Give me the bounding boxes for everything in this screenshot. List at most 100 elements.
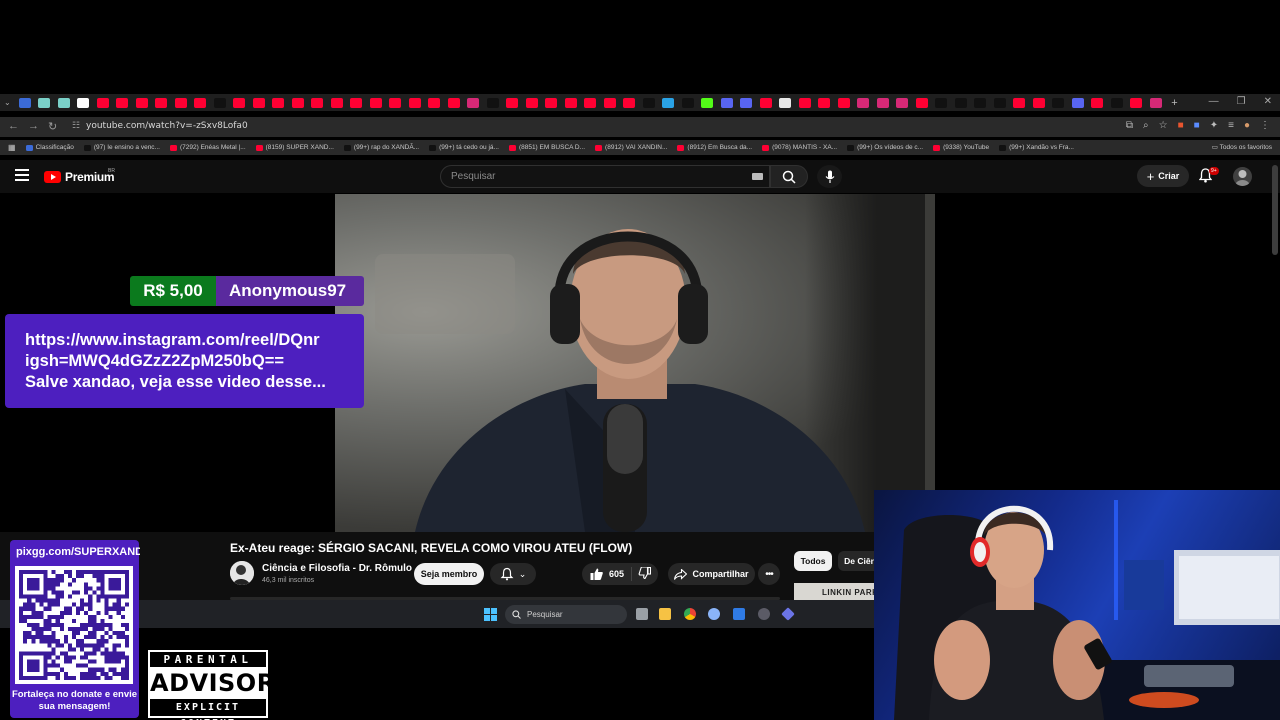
channel-name[interactable]: Ciência e Filosofia - Dr. Rômulo bbox=[262, 563, 412, 574]
extensions-icon[interactable]: ✦ bbox=[1210, 120, 1218, 131]
browser-tab[interactable] bbox=[564, 97, 577, 108]
related-video-thumbnail[interactable]: LINKIN PARK bbox=[794, 583, 874, 601]
bookmark-item[interactable]: (8159) SUPER XAND... bbox=[255, 144, 334, 151]
browser-tab[interactable] bbox=[408, 97, 421, 108]
browser-tab[interactable] bbox=[252, 97, 265, 108]
voice-search-button[interactable] bbox=[817, 165, 842, 188]
bookmark-item[interactable]: Classificação bbox=[25, 144, 74, 151]
taskbar-search[interactable]: Pesquisar bbox=[505, 605, 627, 624]
browser-tab[interactable] bbox=[135, 97, 148, 108]
browser-tab[interactable] bbox=[57, 97, 70, 108]
like-button[interactable]: 605 bbox=[582, 567, 632, 581]
browser-tab[interactable] bbox=[1091, 97, 1104, 108]
browser-tab[interactable] bbox=[623, 97, 636, 108]
bookmark-item[interactable]: (99+) rap do XANDÃ... bbox=[343, 144, 419, 151]
browser-tab[interactable] bbox=[194, 97, 207, 108]
browser-tab[interactable] bbox=[506, 97, 519, 108]
browser-tab[interactable] bbox=[1071, 97, 1084, 108]
chrome-icon[interactable] bbox=[684, 608, 696, 620]
browser-tab[interactable] bbox=[96, 97, 109, 108]
browser-tab[interactable] bbox=[155, 97, 168, 108]
apps-icon[interactable]: ▦ bbox=[8, 143, 16, 152]
dislike-button[interactable] bbox=[632, 566, 652, 581]
browser-tab[interactable] bbox=[1013, 97, 1026, 108]
tab-search-icon[interactable]: ⌄ bbox=[4, 98, 11, 107]
browser-tab[interactable] bbox=[213, 97, 226, 108]
browser-tab[interactable] bbox=[798, 97, 811, 108]
browser-tab[interactable] bbox=[701, 97, 714, 108]
close-icon[interactable]: ✕ bbox=[1264, 96, 1272, 107]
search-input[interactable]: Pesquisar bbox=[440, 165, 770, 188]
browser-tab[interactable] bbox=[1052, 97, 1065, 108]
new-tab-icon[interactable]: + bbox=[1171, 97, 1177, 109]
browser-tab[interactable] bbox=[837, 97, 850, 108]
bookmark-item[interactable]: (9338) YouTube bbox=[933, 144, 989, 151]
browser-tab[interactable] bbox=[876, 97, 889, 108]
browser-tab[interactable] bbox=[486, 97, 499, 108]
browser-tab[interactable] bbox=[1110, 97, 1123, 108]
bookmark-item[interactable]: (9078) MANTIS - XA... bbox=[762, 144, 837, 151]
browser-tab[interactable] bbox=[545, 97, 558, 108]
browser-tab[interactable] bbox=[467, 97, 480, 108]
forward-icon[interactable]: → bbox=[28, 120, 39, 132]
create-button[interactable]: + Criar bbox=[1137, 165, 1189, 187]
more-actions-button[interactable]: ••• bbox=[758, 563, 780, 585]
bookmark-item[interactable]: (99+) tá cedo ou já... bbox=[429, 144, 499, 151]
site-info-icon[interactable]: ☷ bbox=[72, 120, 80, 131]
photos-icon[interactable] bbox=[733, 608, 745, 620]
browser-tab[interactable] bbox=[896, 97, 909, 108]
browser-tab[interactable] bbox=[818, 97, 831, 108]
browser-tab[interactable] bbox=[291, 97, 304, 108]
share-button[interactable]: Compartilhar bbox=[668, 563, 755, 585]
browser-tab[interactable] bbox=[740, 97, 753, 108]
bookmark-item[interactable]: (97) Ie ensino a venc... bbox=[83, 144, 160, 151]
media-icon[interactable]: ≡ bbox=[1228, 120, 1234, 131]
star-icon[interactable]: ☆ bbox=[1159, 120, 1168, 131]
browser-tab[interactable] bbox=[233, 97, 246, 108]
browser-tab[interactable] bbox=[272, 97, 285, 108]
page-scrollbar[interactable] bbox=[1272, 165, 1278, 255]
all-bookmarks-link[interactable]: ▭ Todos os favoritos bbox=[1212, 143, 1272, 151]
browser-tab[interactable] bbox=[350, 97, 363, 108]
browser-tab[interactable] bbox=[603, 97, 616, 108]
browser-tab[interactable] bbox=[330, 97, 343, 108]
browser-tab[interactable] bbox=[1032, 97, 1045, 108]
maximize-icon[interactable]: ❐ bbox=[1237, 96, 1246, 107]
browser-tab[interactable] bbox=[116, 97, 129, 108]
browser-tab[interactable] bbox=[974, 97, 987, 108]
extension-red-icon[interactable]: ■ bbox=[1178, 120, 1184, 131]
bookmark-item[interactable]: (8912) VAI XANDIN... bbox=[595, 144, 667, 151]
browser-tab[interactable] bbox=[993, 97, 1006, 108]
bookmark-item[interactable]: (99+) Os vídeos de c... bbox=[847, 144, 923, 151]
settings-gear-icon[interactable] bbox=[708, 608, 720, 620]
back-icon[interactable]: ← bbox=[8, 120, 19, 132]
zoom-icon[interactable]: ⌕ bbox=[1143, 120, 1149, 131]
browser-tab[interactable] bbox=[428, 97, 441, 108]
obs-icon[interactable] bbox=[758, 608, 770, 620]
video-player[interactable] bbox=[335, 194, 935, 532]
browser-tab[interactable] bbox=[954, 97, 967, 108]
channel-avatar[interactable] bbox=[230, 561, 254, 585]
search-button[interactable] bbox=[770, 165, 808, 188]
subscription-bell-button[interactable]: ⌄ bbox=[490, 563, 536, 585]
browser-tab[interactable] bbox=[584, 97, 597, 108]
browser-tab[interactable] bbox=[18, 97, 31, 108]
browser-tab[interactable] bbox=[662, 97, 675, 108]
browser-tab[interactable] bbox=[1130, 97, 1143, 108]
youtube-logo[interactable]: Premium bbox=[44, 170, 115, 184]
browser-tab[interactable] bbox=[447, 97, 460, 108]
browser-tab[interactable] bbox=[389, 97, 402, 108]
browser-tab[interactable] bbox=[1149, 97, 1162, 108]
browser-tab[interactable] bbox=[642, 97, 655, 108]
browser-tab[interactable] bbox=[915, 97, 928, 108]
bookmark-item[interactable]: (8851) EM BUSCA D... bbox=[508, 144, 585, 151]
browser-tab[interactable] bbox=[38, 97, 51, 108]
minimize-icon[interactable]: — bbox=[1209, 96, 1219, 107]
account-avatar[interactable] bbox=[1233, 167, 1252, 186]
bookmark-item[interactable]: (7292) Enéas Metal |... bbox=[169, 144, 246, 151]
browser-tab[interactable] bbox=[525, 97, 538, 108]
browser-tab[interactable] bbox=[935, 97, 948, 108]
join-button[interactable]: Seja membro bbox=[414, 563, 484, 585]
profile-icon[interactable]: ● bbox=[1244, 120, 1250, 131]
file-explorer-icon[interactable] bbox=[659, 608, 671, 620]
